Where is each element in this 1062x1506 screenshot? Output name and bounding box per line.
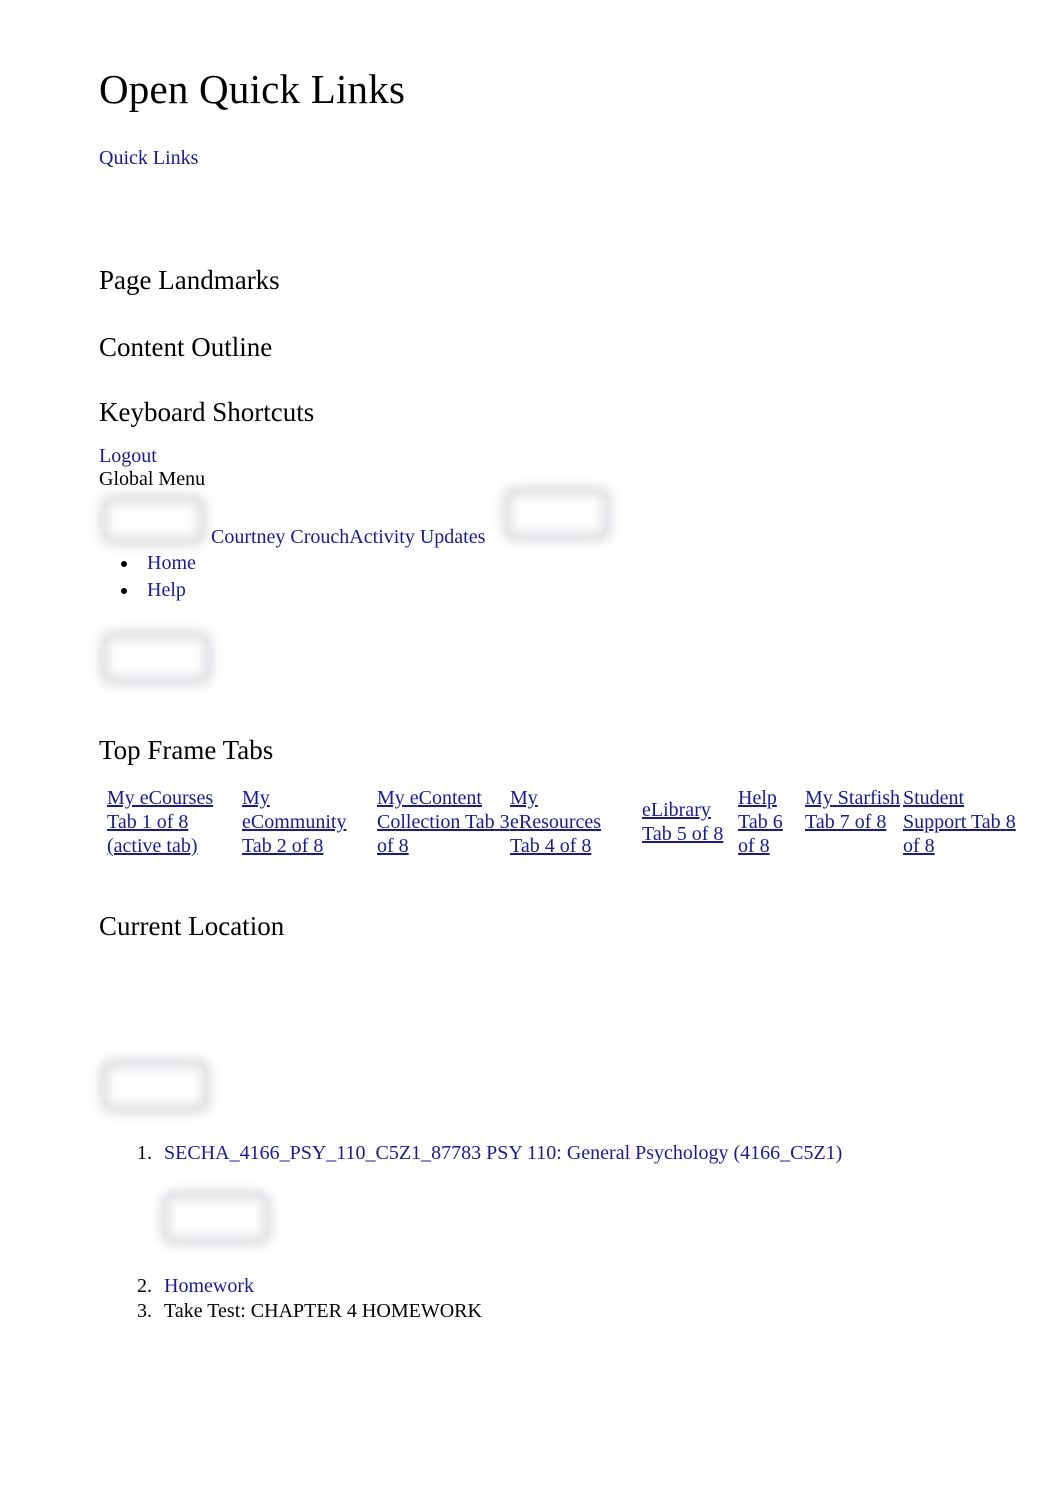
breadcrumb-number: 1.: [137, 1142, 152, 1164]
broken-image-icon-current-location: [99, 1058, 211, 1114]
menu-item-help[interactable]: Help: [147, 579, 186, 601]
page-title: Open Quick Links: [99, 66, 406, 112]
tab-position-line2: Tab 4 of 8: [510, 835, 592, 857]
tab-position-line1: Tab 5 of 8: [642, 823, 724, 845]
broken-image-icon-below-menu: [99, 630, 213, 686]
breadcrumb-item-take-test: 3. Take Test: CHAPTER 4 HOMEWORK: [137, 1299, 482, 1324]
breadcrumb-homework-link[interactable]: Homework: [164, 1275, 254, 1297]
tab-help[interactable]: Help Tab 6 of 8: [738, 786, 794, 858]
tab-label: Help: [738, 787, 777, 809]
breadcrumb-number: 2.: [137, 1275, 152, 1297]
menu-item-home[interactable]: Home: [147, 552, 196, 574]
tab-position-line1: Collection Tab: [377, 811, 495, 833]
global-menu-label: Global Menu: [99, 468, 206, 490]
tab-my-ecourses[interactable]: My eCourses Tab 1 of 8 (active tab): [107, 786, 229, 858]
tab-label: Student: [903, 787, 965, 809]
breadcrumb-item-course[interactable]: 1. SECHA_4166_PSY_110_C5Z1_87783 PSY 110:…: [137, 1141, 842, 1166]
global-menu-list: Home Help: [99, 550, 196, 604]
tab-label: My: [510, 787, 538, 809]
top-frame-tabs-row: My eCourses Tab 1 of 8 (active tab) My e…: [99, 786, 1029, 862]
tab-position-line1: Tab 1 of: [107, 811, 174, 833]
tab-my-econtent-collection[interactable]: My eContent Collection Tab 3 of 8: [377, 786, 517, 858]
breadcrumb-course-link[interactable]: SECHA_4166_PSY_110_C5Z1_87783 PSY 110: G…: [164, 1142, 842, 1164]
tab-label: My eContent: [377, 787, 482, 809]
broken-image-icon-global-menu: [99, 494, 207, 546]
tab-position-line1: eResources: [510, 811, 602, 833]
user-activity-updates-link[interactable]: Courtney CrouchActivity Updates: [211, 525, 485, 549]
tab-position-line1: eCommunity: [242, 811, 347, 833]
tab-label: My: [805, 787, 833, 809]
tab-position-line2: Tab 7 of 8: [805, 811, 887, 833]
tab-my-ecommunity[interactable]: My eCommunity Tab 2 of 8: [242, 786, 362, 858]
section-heading-current-location: Current Location: [99, 911, 285, 941]
tab-elibrary[interactable]: eLibrary Tab 5 of 8: [642, 798, 742, 846]
tab-student-support[interactable]: Student Support Tab 8 of 8: [903, 786, 1027, 858]
list-item[interactable]: Help: [139, 577, 196, 604]
tab-label: eLibrary: [642, 799, 711, 821]
tab-position-line1: Starfish: [837, 787, 901, 809]
logout-link[interactable]: Logout: [99, 444, 157, 468]
tab-label: My: [242, 787, 270, 809]
tab-my-starfish[interactable]: My Starfish Tab 7 of 8: [805, 786, 903, 834]
breadcrumb-take-test-label: Take Test: CHAPTER 4 HOMEWORK: [164, 1300, 482, 1322]
tab-my-eresources[interactable]: My eResources Tab 4 of 8: [510, 786, 620, 858]
quick-links-page: Open Quick Links Quick Links Page Landma…: [0, 0, 1062, 1506]
breadcrumb-number: 3.: [137, 1300, 152, 1322]
tab-position-line2: Tab 2 of 8: [242, 835, 324, 857]
section-heading-keyboard-shortcuts: Keyboard Shortcuts: [99, 397, 315, 427]
breadcrumb-item-homework[interactable]: 2. Homework: [137, 1274, 254, 1299]
quick-links-link[interactable]: Quick Links: [99, 146, 198, 170]
list-item[interactable]: Home: [139, 550, 196, 577]
broken-image-icon-course-path: [160, 1190, 272, 1246]
section-heading-page-landmarks: Page Landmarks: [99, 265, 280, 295]
tab-position-line1: Support Tab: [903, 811, 1001, 833]
tab-position-line1: Tab 6: [738, 811, 783, 833]
tab-label: My eCourses: [107, 787, 214, 809]
section-heading-top-frame-tabs: Top Frame Tabs: [99, 735, 274, 765]
section-heading-content-outline: Content Outline: [99, 332, 273, 362]
tab-position-line2: of 8: [738, 835, 770, 857]
broken-image-icon-activity-updates: [502, 486, 612, 542]
